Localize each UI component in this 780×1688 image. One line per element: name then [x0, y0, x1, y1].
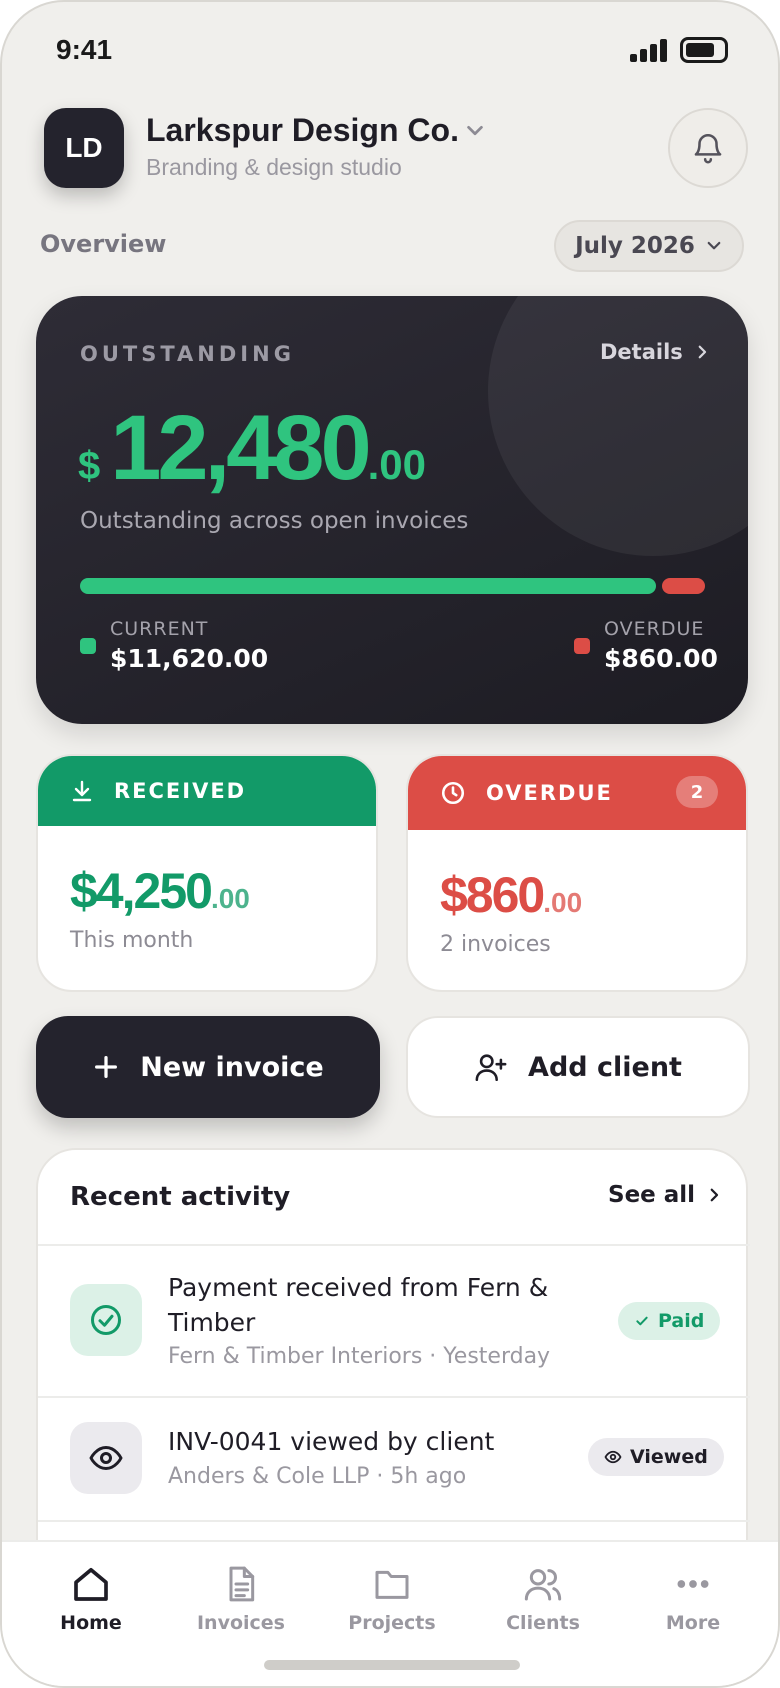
add-client-label: Add client: [528, 1051, 682, 1083]
tab-invoices[interactable]: Invoices: [176, 1564, 306, 1634]
received-header: RECEIVED: [38, 756, 376, 826]
overdue-caption: 2 invoices: [440, 932, 551, 957]
current-label: CURRENT: [110, 618, 209, 640]
tab-home[interactable]: Home: [26, 1564, 156, 1634]
folder-icon: [375, 1570, 409, 1599]
status-text: Paid: [658, 1310, 705, 1332]
home-icon: [74, 1568, 108, 1601]
period-label: July 2026: [575, 233, 695, 259]
status-badge-viewed: Viewed: [588, 1438, 724, 1476]
notifications-button[interactable]: [668, 108, 748, 188]
battery-icon: [680, 37, 728, 63]
new-invoice-label: New invoice: [140, 1051, 324, 1083]
overdue-card[interactable]: OVERDUE 2 $860 .00 2 invoices: [406, 754, 748, 992]
bell-icon: [694, 134, 722, 164]
tab-projects[interactable]: Projects: [327, 1564, 457, 1634]
company-tagline: Branding & design studio: [146, 154, 402, 180]
current-swatch: [80, 638, 96, 654]
overdue-count-badge: 2: [676, 776, 718, 808]
tab-label: Home: [60, 1612, 122, 1634]
current-progress-bar: [80, 578, 656, 594]
add-client-button[interactable]: Add client: [406, 1016, 750, 1118]
see-all-link[interactable]: See all: [608, 1182, 723, 1208]
overdue-legend: OVERDUE $860.00: [574, 618, 718, 673]
clock-icon: [441, 781, 465, 805]
received-amount: $4,250 .00: [70, 862, 250, 920]
overdue-value: $860.00: [604, 644, 718, 673]
received-amount-integer: $4,250: [70, 863, 213, 919]
status-time: 9:41: [56, 34, 113, 65]
tab-more[interactable]: More: [628, 1564, 758, 1634]
document-icon: [229, 1566, 255, 1602]
new-invoice-button[interactable]: New invoice: [36, 1016, 380, 1118]
add-user-icon: [475, 1054, 507, 1082]
received-amount-decimal: .00: [210, 883, 250, 914]
tab-label: Clients: [506, 1612, 580, 1634]
chevron-right-icon: [698, 345, 706, 359]
chevron-right-icon: [710, 1188, 719, 1202]
plus-icon: [95, 1056, 118, 1078]
received-card[interactable]: RECEIVED $4,250 .00 This month: [36, 754, 378, 992]
divider: [38, 1520, 750, 1522]
download-icon: [72, 780, 92, 802]
activity-icon-tile: [70, 1422, 142, 1494]
activity-title: INV-0041 viewed by client: [168, 1427, 495, 1456]
current-value: $11,620.00: [110, 644, 269, 673]
status-bar: 9:41: [2, 2, 778, 102]
outstanding-amount: $ 12,480 .00: [78, 396, 426, 501]
phone-screen: 9:41 LD Larkspur Design Co. Branding & d…: [0, 0, 780, 1688]
signal-icon: [630, 38, 668, 62]
eye-icon: [604, 1450, 622, 1464]
overdue-label: OVERDUE: [604, 618, 705, 640]
overdue-card-label: OVERDUE: [486, 781, 613, 805]
received-label: RECEIVED: [114, 779, 247, 803]
overdue-progress-bar: [662, 578, 705, 594]
activity-title: Payment received from Fern & Timber: [168, 1273, 549, 1337]
avatar[interactable]: LD: [44, 108, 124, 188]
received-caption: This month: [70, 928, 194, 953]
status-badge-paid: Paid: [618, 1302, 721, 1340]
activity-subtitle: Anders & Cole LLP · 5h ago: [168, 1464, 467, 1489]
tab-clients[interactable]: Clients: [478, 1564, 608, 1634]
home-indicator: [264, 1660, 520, 1670]
current-legend: CURRENT $11,620.00: [80, 618, 268, 673]
activity-subtitle: Fern & Timber Interiors · Yesterday: [168, 1344, 551, 1369]
divider: [38, 1244, 750, 1246]
check-icon: [636, 1316, 648, 1326]
overdue-swatch: [574, 638, 590, 654]
amount-decimal: .00: [367, 441, 427, 488]
company-name[interactable]: Larkspur Design Co.: [146, 112, 459, 149]
amount-integer: 12,480: [110, 397, 371, 499]
tab-label: Invoices: [196, 1612, 285, 1634]
chevron-down-icon: [707, 241, 721, 250]
currency-symbol: $: [78, 444, 101, 488]
outstanding-label: OUTSTANDING: [80, 342, 295, 366]
users-icon: [524, 1569, 562, 1601]
outstanding-card: OUTSTANDING Details $ 12,480 .00 Outstan…: [36, 296, 748, 724]
outstanding-subtitle: Outstanding across open invoices: [80, 508, 469, 534]
status-text: Viewed: [630, 1446, 708, 1468]
period-selector[interactable]: July 2026: [554, 220, 744, 272]
recent-activity-title: Recent activity: [70, 1182, 291, 1212]
overview-heading: Overview: [40, 230, 167, 258]
divider: [38, 1396, 750, 1398]
overdue-amount: $860 .00: [440, 866, 582, 924]
overdue-amount-integer: $860: [440, 867, 545, 923]
details-label: Details: [600, 340, 683, 364]
see-all-label: See all: [608, 1182, 696, 1208]
chevron-down-icon[interactable]: [464, 120, 486, 142]
eye-icon: [89, 1446, 123, 1470]
activity-icon-tile: [70, 1284, 142, 1356]
details-link[interactable]: Details: [600, 340, 711, 364]
tab-label: More: [665, 1612, 721, 1634]
check-circle-icon: [91, 1305, 121, 1335]
decorative-circle: [488, 296, 748, 556]
overdue-amount-decimal: .00: [543, 887, 583, 918]
tab-label: Projects: [348, 1612, 436, 1634]
more-dots-icon: [677, 1580, 709, 1588]
